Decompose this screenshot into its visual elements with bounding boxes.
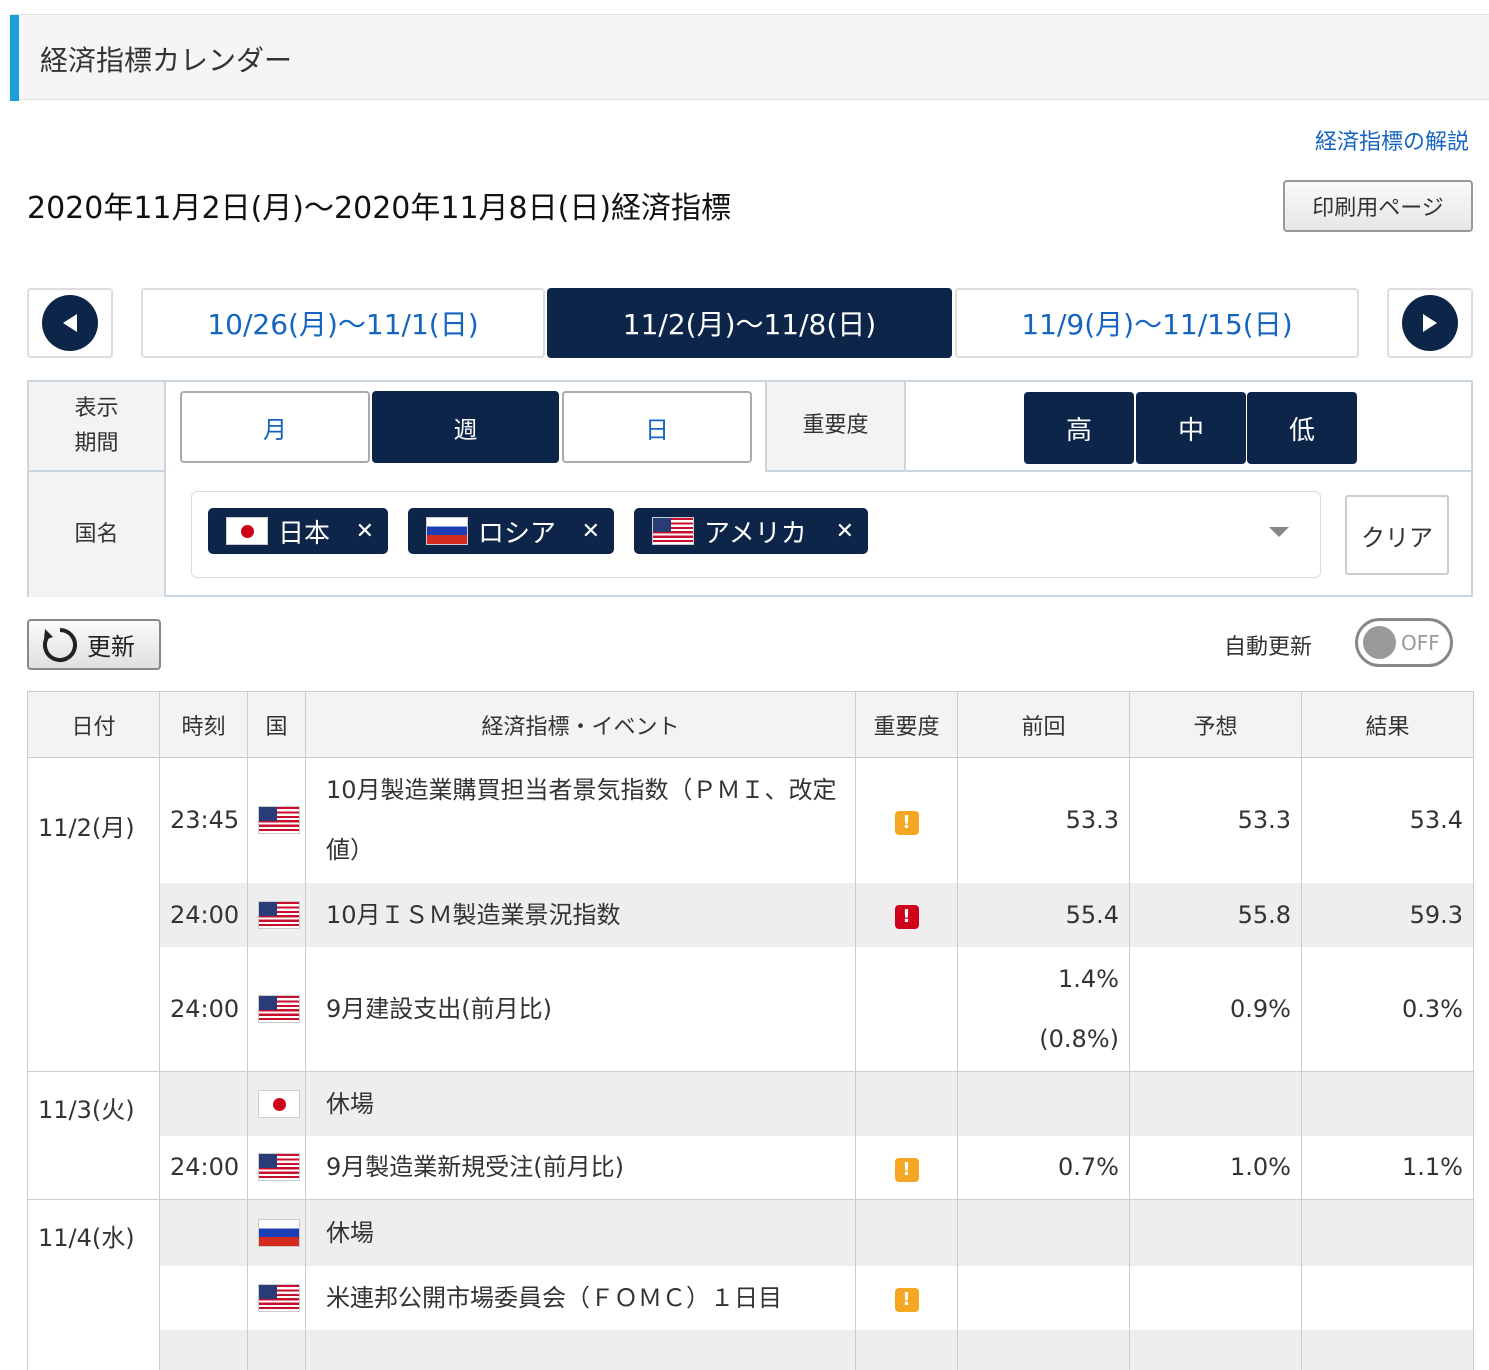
- period-month[interactable]: 月: [180, 391, 370, 463]
- left-arrow-icon: [42, 295, 98, 351]
- week-next[interactable]: 11/9(月)〜11/15(日): [955, 288, 1359, 358]
- right-arrow-icon: [1402, 295, 1458, 351]
- usa-flag-icon: [258, 994, 300, 1023]
- table-row: [28, 1329, 1474, 1370]
- row-previous: 53.3: [957, 757, 1130, 883]
- col-result: 結果: [1301, 691, 1474, 758]
- filter-panel: 表示 期間 月 週 日 重要度 高 中 低 国名 日本 ✕ ロシア ✕ アメリカ…: [27, 380, 1473, 597]
- importance-mid-icon: !: [894, 1157, 919, 1182]
- col-date: 日付: [27, 691, 160, 758]
- next-week-button[interactable]: [1387, 288, 1473, 358]
- usa-flag-icon: [258, 900, 300, 929]
- clear-button[interactable]: クリア: [1345, 495, 1449, 575]
- usa-flag-icon: [258, 806, 300, 835]
- japan-flag-icon: [226, 517, 268, 545]
- col-previous: 前回: [957, 691, 1130, 758]
- auto-refresh-toggle[interactable]: OFF: [1355, 618, 1453, 667]
- importance-low[interactable]: 低: [1247, 392, 1357, 464]
- row-date: 11/2(月): [27, 757, 160, 1072]
- table-row: 24:00 9月建設支出(前月比) 1.4% (0.8%) 0.9% 0.3%: [27, 946, 1474, 1072]
- page-title: 2020年11月2日(月)〜2020年11月8日(日)経済指標: [27, 191, 732, 226]
- row-previous: 0.7%: [957, 1135, 1130, 1200]
- row-event: 米連邦公開市場委員会（ＦＯＭＣ）１日目: [305, 1265, 856, 1330]
- row-forecast: 1.0%: [1129, 1135, 1302, 1200]
- table-row: 11/3(火) 休場: [27, 1071, 1474, 1200]
- usa-flag-icon: [652, 517, 694, 545]
- remove-japan-icon[interactable]: ✕: [356, 519, 374, 544]
- row-result: 1.1%: [1301, 1135, 1474, 1200]
- remove-russia-icon[interactable]: ✕: [582, 519, 600, 544]
- print-page-button[interactable]: 印刷用ページ: [1283, 180, 1473, 232]
- row-date: 11/3(火): [27, 1071, 160, 1200]
- importance-high-icon: !: [894, 905, 919, 929]
- refresh-icon: [43, 627, 77, 662]
- remove-usa-icon[interactable]: ✕: [836, 519, 854, 544]
- row-event: 休場: [305, 1071, 856, 1136]
- importance-group: 高 中 低: [906, 382, 1473, 472]
- importance-mid-icon: !: [894, 1288, 919, 1312]
- row-time: 24:00: [159, 882, 248, 947]
- period-day[interactable]: 日: [562, 391, 752, 463]
- week-prev[interactable]: 10/26(月)〜11/1(日): [141, 288, 545, 358]
- row-event: 10月製造業購買担当者景気指数（ＰＭＩ、改定値）: [305, 757, 856, 883]
- chevron-down-icon[interactable]: [1269, 527, 1289, 537]
- refresh-button[interactable]: 更新: [27, 619, 161, 670]
- table-row: 24:00 10月ＩＳＭ製造業景況指数 ! 55.4 55.8 59.3: [28, 882, 1474, 947]
- row-result: 59.3: [1301, 882, 1474, 947]
- row-time: [159, 1199, 248, 1266]
- prev-week-button[interactable]: [27, 288, 113, 358]
- col-event: 経済指標・イベント: [305, 691, 856, 758]
- indicator-table: 日付 時刻 国 経済指標・イベント 重要度 前回 予想 結果 11/2(月) 2…: [27, 691, 1474, 1370]
- week-current[interactable]: 11/2(月)〜11/8(日): [547, 288, 952, 358]
- japan-flag-icon: [258, 1089, 300, 1118]
- page-header: 経済指標カレンダー: [10, 14, 1489, 101]
- col-forecast: 予想: [1129, 691, 1302, 758]
- row-date: 11/4(水): [27, 1199, 160, 1370]
- table-row: 24:00 9月製造業新規受注(前月比) ! 0.7% 1.0% 1.1%: [27, 1135, 1474, 1200]
- table-row: 11/2(月) 23:45 10月製造業購買担当者景気指数（ＰＭＩ、改定値） !…: [27, 757, 1474, 1072]
- usa-flag-icon: [258, 1283, 300, 1312]
- importance-mid-icon: !: [894, 810, 919, 835]
- header-accent-bar: [10, 15, 19, 101]
- row-forecast: 53.3: [1129, 757, 1302, 883]
- table-row: 11/4(水) 休場: [27, 1199, 1474, 1370]
- country-tag-japan: 日本 ✕: [208, 508, 388, 554]
- row-forecast: 55.8: [1129, 882, 1302, 947]
- usa-flag-icon: [258, 1153, 300, 1182]
- importance-mid[interactable]: 中: [1136, 392, 1246, 464]
- country-tag-russia: ロシア ✕: [408, 508, 614, 554]
- row-event: 10月ＩＳＭ製造業景況指数: [305, 882, 856, 947]
- row-previous: 1.4% (0.8%): [957, 946, 1130, 1072]
- country-tag-usa: アメリカ ✕: [634, 508, 868, 554]
- row-time: 23:45: [159, 757, 248, 883]
- period-label: 表示 期間: [29, 382, 166, 472]
- col-importance: 重要度: [855, 691, 958, 758]
- row-previous: 55.4: [957, 882, 1130, 947]
- row-event: 休場: [305, 1199, 856, 1266]
- row-time: 24:00: [159, 946, 248, 1072]
- row-time: [159, 1071, 248, 1136]
- col-country: 国: [247, 691, 306, 758]
- col-time: 時刻: [159, 691, 248, 758]
- row-time: 24:00: [159, 1135, 248, 1200]
- russia-flag-icon: [426, 517, 468, 545]
- row-result: 53.4: [1301, 757, 1474, 883]
- table-row: 米連邦公開市場委員会（ＦＯＭＣ）１日目 !: [28, 1265, 1474, 1330]
- country-select[interactable]: 日本 ✕ ロシア ✕ アメリカ ✕: [191, 491, 1321, 578]
- row-result: 0.3%: [1301, 946, 1474, 1072]
- country-label: 国名: [29, 472, 166, 597]
- toggle-knob: [1363, 626, 1396, 659]
- row-forecast: 0.9%: [1129, 946, 1302, 1072]
- importance-high[interactable]: 高: [1024, 392, 1134, 464]
- help-link[interactable]: 経済指標の解説: [1315, 124, 1469, 156]
- row-time: [159, 1265, 248, 1330]
- row-event: 9月製造業新規受注(前月比): [305, 1135, 856, 1200]
- russia-flag-icon: [258, 1218, 300, 1247]
- row-event: 9月建設支出(前月比): [305, 946, 856, 1072]
- period-week[interactable]: 週: [372, 391, 559, 463]
- auto-refresh-label: 自動更新: [1224, 635, 1313, 660]
- header-title: 経済指標カレンダー: [40, 44, 293, 77]
- importance-label: 重要度: [765, 382, 906, 472]
